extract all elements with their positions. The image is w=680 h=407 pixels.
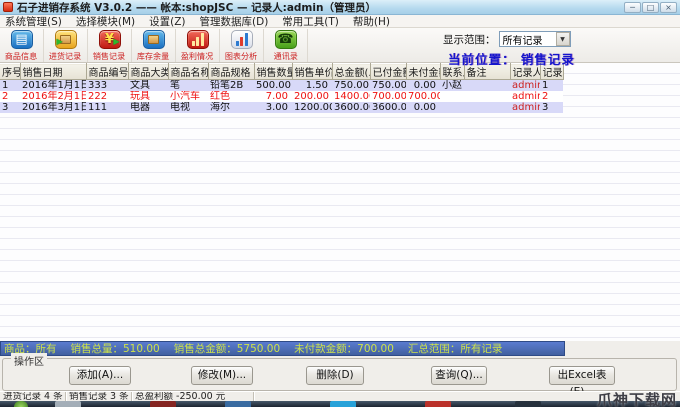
- window-controls: ─ □ ×: [624, 2, 677, 13]
- toolbar-button-sales-records[interactable]: ¥▶ 销售记录: [88, 29, 132, 62]
- taskbar-app-icon[interactable]: [425, 401, 451, 407]
- stock-balance-icon: [143, 30, 165, 49]
- col-header-spec[interactable]: 商品规格: [208, 64, 254, 80]
- close-button[interactable]: ×: [660, 2, 677, 13]
- table-row[interactable]: 2 2016年2月1日 222 玩具 小汽车 红色 7.00 200.00 14…: [0, 91, 563, 102]
- taskbar-app-icon[interactable]: [150, 401, 176, 407]
- summary-total-amount: 销售总金额：5750.00: [174, 341, 280, 356]
- col-header-sale-date[interactable]: 销售日期: [20, 64, 86, 80]
- toolbar: ▤ 商品信息 ▶ 进货记录 ¥▶ 销售记录 库存余量 盈利情况 图表分析 ☎ 通…: [0, 28, 680, 63]
- table-row[interactable]: 3 2016年3月1日 111 电器 电视 海尔 3.00 1200.00 36…: [0, 102, 563, 113]
- summary-scope: 汇总范围：所有记录: [408, 341, 503, 356]
- menu-bar: 系统管理(S) 选择模块(M) 设置(Z) 管理数据库(D) 常用工具(T) 帮…: [0, 15, 680, 28]
- display-scope-row: 显示范围： 所有记录 ▼: [443, 31, 571, 47]
- status-purchase-count: 进货记录 4 条: [0, 392, 66, 401]
- taskbar-app-icon[interactable]: [55, 401, 81, 407]
- export-excel-button[interactable]: 出Excel表(E)...: [549, 366, 615, 385]
- toolbar-button-product-info[interactable]: ▤ 商品信息: [0, 29, 44, 62]
- col-header-product-name[interactable]: 商品名称: [168, 64, 208, 80]
- col-header-index[interactable]: 序号: [0, 64, 20, 80]
- product-info-icon: ▤: [11, 30, 33, 49]
- taskbar-app-icon[interactable]: [225, 401, 251, 407]
- status-sales-count: 销售记录 3 条: [66, 392, 132, 401]
- contacts-icon: ☎: [275, 30, 297, 49]
- minimize-button[interactable]: ─: [624, 2, 641, 13]
- col-header-quantity[interactable]: 销售数量: [254, 64, 292, 80]
- chart-analysis-icon: [231, 30, 253, 49]
- groupbox-label: 操作区: [11, 353, 47, 368]
- menu-tools[interactable]: 常用工具(T): [282, 14, 339, 29]
- status-bar: 进货记录 4 条 销售记录 3 条 总盈利额 -250.00 元: [0, 391, 680, 401]
- delete-button[interactable]: 删除(D): [306, 366, 364, 385]
- toolbar-button-contacts[interactable]: ☎ 通讯录: [264, 29, 308, 62]
- profit-status-icon: [187, 30, 209, 49]
- taskbar-app-icon[interactable]: [515, 401, 541, 407]
- scope-selected-value: 所有记录: [500, 32, 556, 47]
- menu-modules[interactable]: 选择模块(M): [76, 14, 135, 29]
- scope-select[interactable]: 所有记录 ▼: [499, 31, 571, 47]
- col-header-unpaid-amount[interactable]: 未付金额: [406, 64, 440, 80]
- menu-system[interactable]: 系统管理(S): [5, 14, 62, 29]
- menu-help[interactable]: 帮助(H): [353, 14, 390, 29]
- sales-records-table: 序号 销售日期 商品编号 商品大类 商品名称 商品规格 销售数量 销售单价 总金…: [0, 63, 564, 113]
- toolbar-button-purchase-records[interactable]: ▶ 进货记录: [44, 29, 88, 62]
- window-title: 石子进销存系统 V3.0.2 —— 帐本:shopJSC — 记录人:admin…: [17, 0, 376, 15]
- scope-label: 显示范围：: [443, 32, 496, 47]
- summary-unpaid: 未付款金额：700.00: [294, 341, 394, 356]
- windows-taskbar: [0, 401, 680, 407]
- summary-total-qty: 销售总量：510.00: [71, 341, 160, 356]
- toolbar-button-chart-analysis[interactable]: 图表分析: [220, 29, 264, 62]
- sales-records-icon: ¥▶: [99, 30, 121, 49]
- toolbar-button-profit-status[interactable]: 盈利情况: [176, 29, 220, 62]
- purchase-records-icon: ▶: [55, 30, 77, 49]
- app-icon: [3, 2, 13, 12]
- table-row[interactable]: 1 2016年1月1日 333 文具 笔 铅笔2B 500.00 1.50 75…: [0, 80, 563, 92]
- summary-bar: 商品：所有 销售总量：510.00 销售总金额：5750.00 未付款金额：70…: [0, 341, 565, 356]
- watermark-text: 爪神下载网: [597, 389, 677, 407]
- action-groupbox: 操作区 添加(A)... 修改(M)... 删除(D) 查询(Q)... 出Ex…: [2, 358, 677, 391]
- add-button[interactable]: 添加(A)...: [69, 366, 131, 385]
- col-header-product-code[interactable]: 商品编号: [86, 64, 128, 80]
- toolbar-button-stock-balance[interactable]: 库存余量: [132, 29, 176, 62]
- taskbar-app-icon[interactable]: [330, 401, 356, 407]
- menu-database[interactable]: 管理数据库(D): [200, 14, 269, 29]
- col-header-total-amount[interactable]: 总金额(..: [332, 64, 370, 80]
- col-header-category[interactable]: 商品大类: [128, 64, 168, 80]
- start-orb-icon[interactable]: [14, 401, 28, 407]
- chevron-down-icon[interactable]: ▼: [556, 32, 570, 46]
- query-button[interactable]: 查询(Q)...: [431, 366, 487, 385]
- edit-button[interactable]: 修改(M)...: [191, 366, 253, 385]
- menu-settings[interactable]: 设置(Z): [149, 14, 185, 29]
- current-location-label: 当前位置： 销售记录: [448, 49, 575, 68]
- status-total-profit: 总盈利额 -250.00 元: [132, 392, 254, 401]
- app-window: 石子进销存系统 V3.0.2 —— 帐本:shopJSC — 记录人:admin…: [0, 0, 680, 407]
- maximize-button[interactable]: □: [642, 2, 659, 13]
- col-header-unit-price[interactable]: 销售单价: [292, 64, 332, 80]
- col-header-paid-amount[interactable]: 已付金额: [370, 64, 406, 80]
